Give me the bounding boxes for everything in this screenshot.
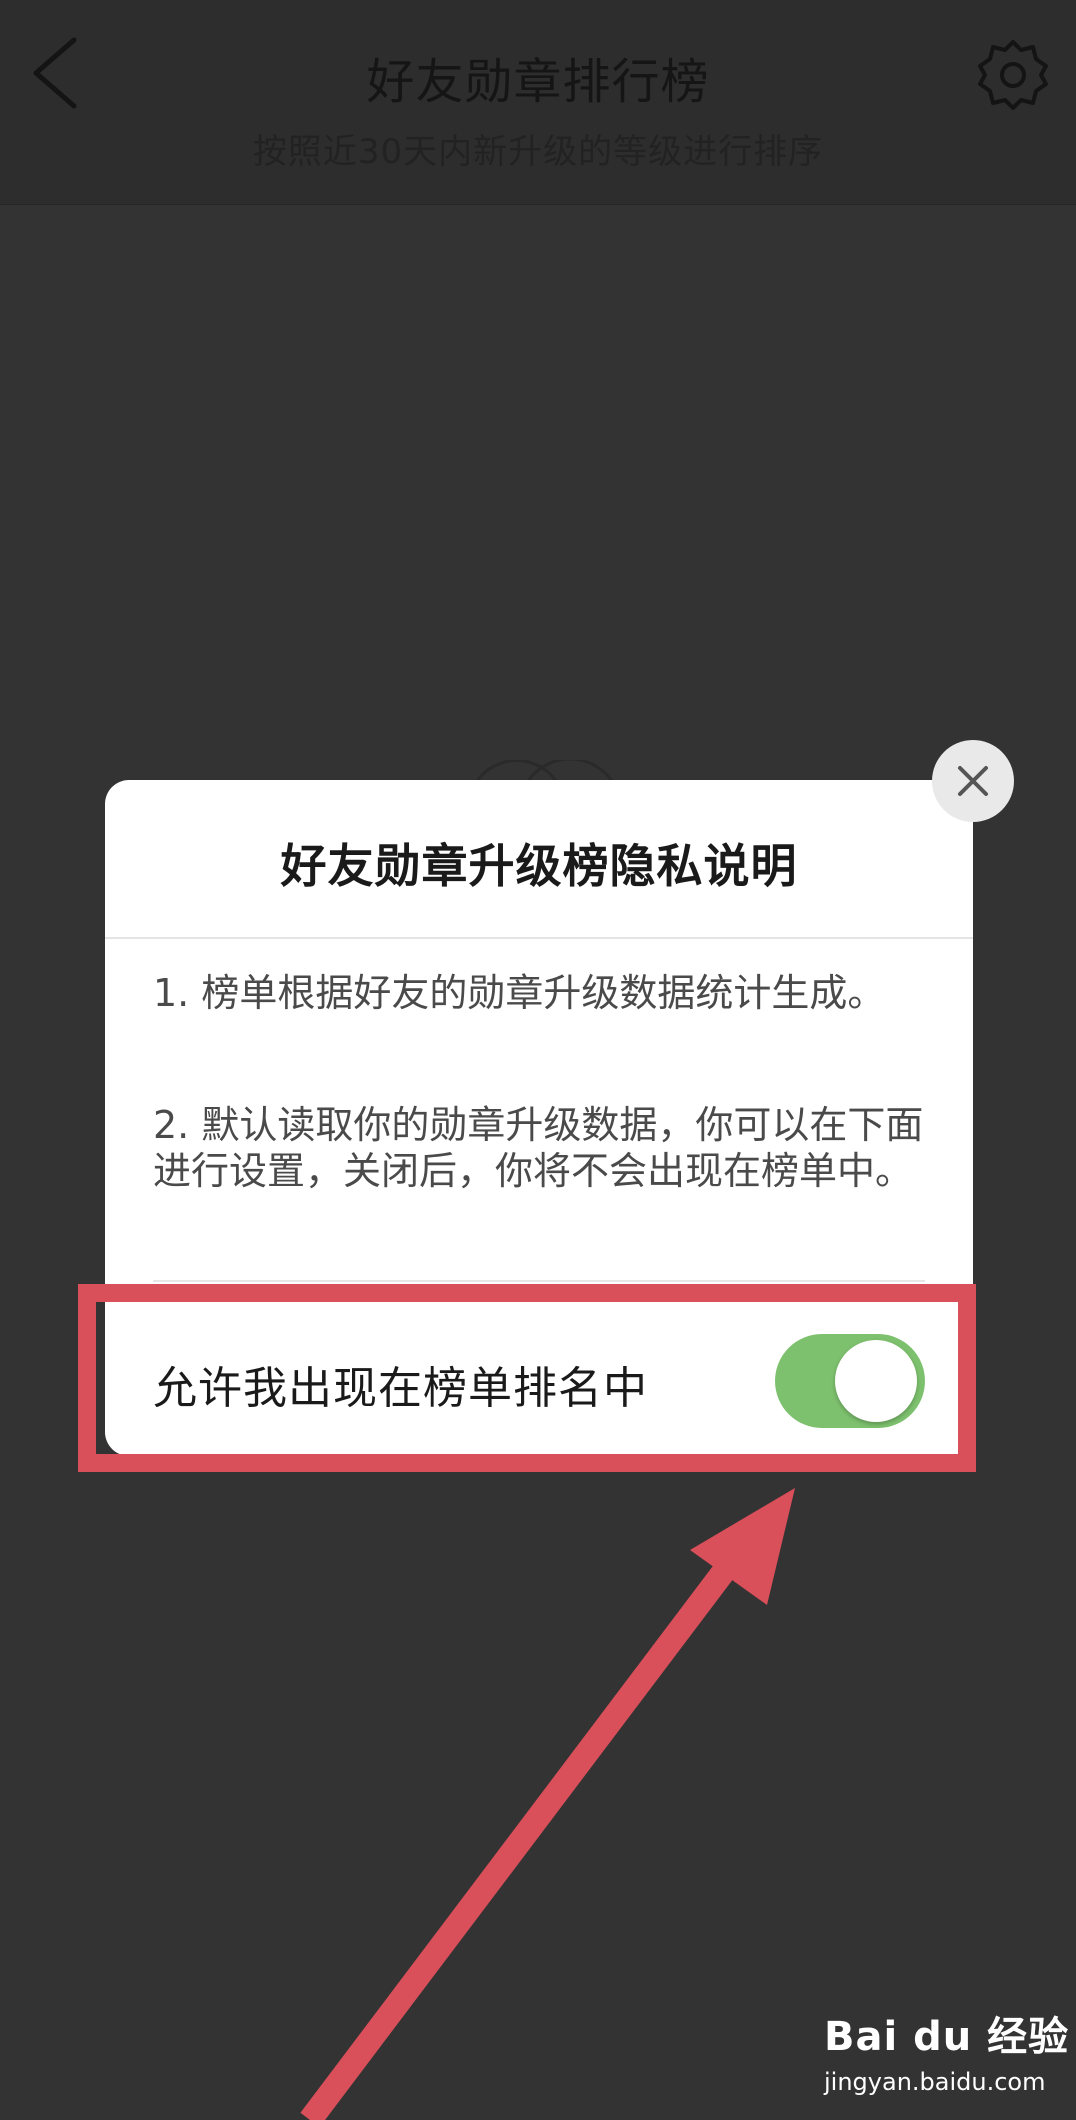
header: 好友勋章排行榜 按照近30天内新升级的等级进行排序 bbox=[0, 0, 1076, 205]
close-dialog-button[interactable] bbox=[932, 740, 1014, 822]
dialog-divider bbox=[105, 937, 973, 939]
baidu-jingyan-watermark: Bai du 经验 jingyan.baidu.com bbox=[824, 2004, 1068, 2114]
watermark-logo: Bai du 经验 bbox=[824, 2014, 1070, 2060]
gear-icon bbox=[978, 40, 1048, 110]
annotation-highlight-box bbox=[78, 1284, 976, 1472]
dialog-paragraph-1: 1. 榜单根据好友的勋章升级数据统计生成。 bbox=[153, 971, 886, 1015]
watermark-url: jingyan.baidu.com bbox=[824, 2068, 1046, 2096]
dialog-paragraph-2: 2. 默认读取你的勋章升级数据，你可以在下面进行设置，关闭后，你将不会出现在榜单… bbox=[153, 1103, 924, 1193]
close-icon bbox=[958, 766, 988, 796]
page-title: 好友勋章排行榜 bbox=[366, 54, 710, 110]
dialog-divider-2 bbox=[153, 1280, 925, 1282]
page-subtitle: 按照近30天内新升级的等级进行排序 bbox=[252, 132, 824, 172]
settings-button[interactable] bbox=[976, 38, 1050, 112]
screen: 好友勋章排行榜 按照近30天内新升级的等级进行排序 好友勋章升级榜隐私说明 1.… bbox=[0, 0, 1076, 2120]
dialog-title: 好友勋章升级榜隐私说明 bbox=[280, 839, 798, 893]
